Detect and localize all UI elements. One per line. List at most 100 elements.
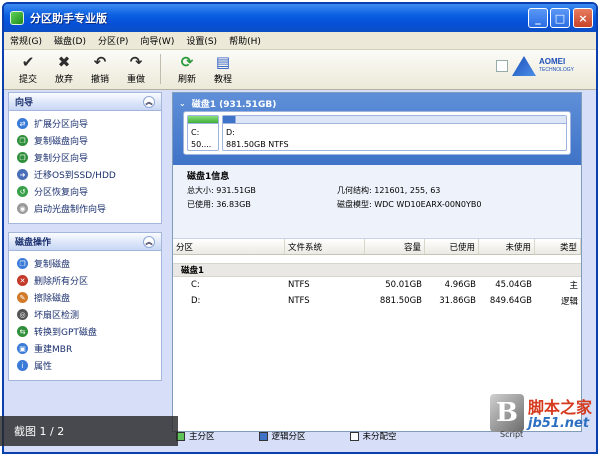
- legend-unallocated: 未分配空: [362, 432, 397, 442]
- wizard-migrate-os[interactable]: ➜ 迁移OS到SSD/HDD: [17, 166, 161, 183]
- task-label: 转换到GPT磁盘: [34, 328, 97, 338]
- site-watermark: B 脚本之家 jb51.net Script: [489, 394, 592, 439]
- cell-type: 逻辑: [560, 297, 578, 307]
- undo-label: 撤销: [90, 75, 109, 85]
- table-row[interactable]: C: NTFS 50.01GB 4.96GB 45.04GB 主: [173, 277, 581, 293]
- watermark-script: Script: [499, 430, 524, 439]
- col-free[interactable]: 未使用: [479, 239, 535, 254]
- table-row[interactable]: D: NTFS 881.50GB 31.86GB 849.64GB 逻辑: [173, 293, 581, 309]
- disk-ops-panel-header[interactable]: 磁盘操作 ︽: [9, 233, 161, 251]
- wizard-extend-partition[interactable]: ⇄ 扩展分区向导: [17, 115, 161, 132]
- col-partition[interactable]: 分区: [173, 239, 285, 254]
- table-header: 分区 文件系统 容量 已使用 未使用 类型: [173, 239, 581, 255]
- collapse-icon[interactable]: ︽: [143, 96, 155, 108]
- op-copy-disk[interactable]: ❐ 复制磁盘: [17, 255, 161, 272]
- op-bad-sector-check[interactable]: ◎ 坏扇区检测: [17, 306, 161, 323]
- wizard-panel-title: 向导: [15, 98, 34, 108]
- task-label: 删除所有分区: [34, 277, 89, 287]
- disk-title: 磁盘1 (931.51GB): [191, 100, 277, 110]
- disk-ops-panel-title: 磁盘操作: [15, 238, 52, 248]
- watermark-logo-icon: B: [489, 394, 524, 432]
- rebuild-icon: ▣: [17, 343, 28, 354]
- logo-name: AOMEI: [538, 57, 566, 66]
- col-capacity[interactable]: 容量: [365, 239, 425, 254]
- partition-d-size: 881.50GB NTFS: [226, 140, 289, 149]
- aomei-logo-icon: [511, 56, 536, 76]
- delete-icon: ✕: [17, 275, 28, 286]
- extend-icon: ⇄: [17, 118, 28, 129]
- wizard-panel-header[interactable]: 向导 ︽: [9, 93, 161, 111]
- task-label: 坏扇区检测: [34, 311, 80, 321]
- copy-disk-icon: ❐: [17, 135, 28, 146]
- refresh-label: 刷新: [177, 75, 196, 85]
- title-bar[interactable]: 分区助手专业版 _ □ ×: [4, 4, 596, 32]
- op-convert-gpt[interactable]: ⇆ 转换到GPT磁盘: [17, 323, 161, 340]
- disk-total-size: 总大小: 931.51GB: [187, 186, 256, 195]
- col-used[interactable]: 已使用: [425, 239, 479, 254]
- task-label: 复制磁盘: [34, 260, 71, 270]
- copy-disk-icon: ❐: [17, 258, 28, 269]
- convert-icon: ⇆: [17, 326, 28, 337]
- redo-button[interactable]: ↷ 重做: [118, 50, 154, 86]
- wizard-copy-partition[interactable]: ❐ 复制分区向导: [17, 149, 161, 166]
- properties-icon: i: [17, 360, 28, 371]
- discard-button[interactable]: ✖ 放弃: [46, 50, 82, 86]
- collapse-icon[interactable]: ︽: [143, 236, 155, 248]
- col-filesystem[interactable]: 文件系统: [285, 239, 365, 254]
- disk-group-row[interactable]: 磁盘1: [173, 263, 581, 277]
- recovery-icon: ↺: [17, 186, 28, 197]
- disk-expand-icon[interactable]: ⌄: [179, 99, 186, 108]
- wizard-partition-recovery[interactable]: ↺ 分区恢复向导: [17, 183, 161, 200]
- task-label: 迁移OS到SSD/HDD: [34, 171, 116, 181]
- task-label: 启动光盘制作向导: [34, 205, 107, 215]
- wizard-copy-disk[interactable]: ❐ 复制磁盘向导: [17, 132, 161, 149]
- menu-bar: 常规(G) 磁盘(D) 分区(P) 向导(W) 设置(S) 帮助(H): [4, 32, 596, 50]
- disk-info: 磁盘1信息 总大小: 931.51GB 几何结构: 121601, 255, 6…: [173, 165, 581, 239]
- task-label: 复制磁盘向导: [34, 137, 89, 147]
- wizard-bootable-media[interactable]: ◉ 启动光盘制作向导: [17, 200, 161, 217]
- op-rebuild-mbr[interactable]: ▣ 重建MBR: [17, 340, 161, 357]
- menu-help[interactable]: 帮助(H): [229, 34, 261, 47]
- op-wipe-disk[interactable]: ✎ 擦除磁盘: [17, 289, 161, 306]
- cell-capacity: 50.01GB: [385, 280, 422, 290]
- menu-disk[interactable]: 磁盘(D): [54, 34, 86, 47]
- unallocated-swatch: [349, 431, 359, 441]
- cell-partition: D:: [191, 296, 201, 306]
- op-delete-all-partitions[interactable]: ✕ 删除所有分区: [17, 272, 161, 289]
- menu-partition[interactable]: 分区(P): [98, 34, 128, 47]
- menu-wizard[interactable]: 向导(W): [140, 34, 174, 47]
- disc-icon: ◉: [17, 203, 28, 214]
- logo-checkbox: [495, 60, 508, 72]
- col-type[interactable]: 类型: [535, 239, 581, 254]
- close-button[interactable]: ×: [573, 8, 593, 28]
- menu-settings[interactable]: 设置(S): [186, 34, 217, 47]
- cell-used: 4.96GB: [444, 280, 476, 290]
- maximize-button[interactable]: □: [550, 8, 570, 28]
- minimize-button[interactable]: _: [528, 8, 548, 28]
- refresh-button[interactable]: ⟳ 刷新: [169, 50, 205, 86]
- tutorial-button[interactable]: ▤ 教程: [205, 50, 241, 86]
- migrate-icon: ➜: [17, 169, 28, 180]
- task-label: 重建MBR: [34, 345, 73, 355]
- discard-label: 放弃: [54, 75, 73, 85]
- cell-used: 31.86GB: [439, 296, 476, 306]
- partition-d-block[interactable]: D: 881.50GB NTFS: [222, 115, 567, 151]
- legend-primary: 主分区: [189, 432, 215, 442]
- cell-capacity: 881.50GB: [379, 296, 422, 306]
- logo-sub: TECHNOLOGY: [538, 67, 574, 73]
- menu-general[interactable]: 常规(G): [10, 34, 42, 47]
- toolbar-separator: [160, 54, 161, 84]
- op-properties[interactable]: i 属性: [17, 357, 161, 374]
- disk-partition-bar: C: 50.... D: 881.50GB NTFS: [183, 111, 571, 155]
- task-label: 属性: [34, 362, 53, 372]
- partition-c-block[interactable]: C: 50....: [187, 115, 219, 151]
- apply-button[interactable]: ✔ 提交: [10, 50, 46, 86]
- disk-model: 磁盘模型: WDC WD10EARX-00N0YB0: [337, 200, 482, 209]
- partition-c-size: 50....: [191, 140, 212, 149]
- legend-logical: 逻辑分区: [271, 432, 306, 442]
- disk-map: ⌄ 磁盘1 (931.51GB) C: 50.... D: 881.50GB N…: [173, 93, 581, 165]
- partition-c-name: C:: [191, 128, 200, 137]
- undo-button[interactable]: ↶ 撤销: [82, 50, 118, 86]
- redo-label: 重做: [126, 75, 145, 85]
- watermark-cn: 脚本之家: [527, 398, 592, 417]
